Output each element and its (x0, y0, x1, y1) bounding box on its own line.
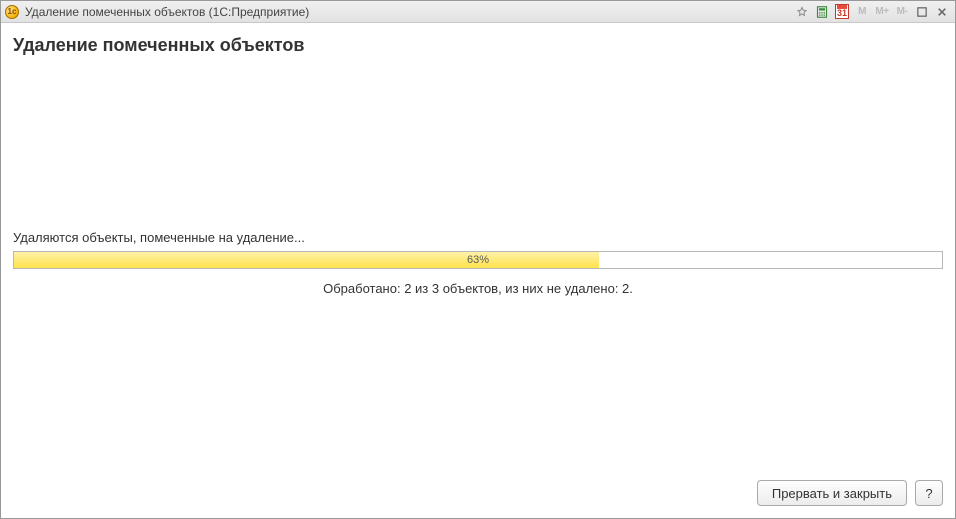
page-title: Удаление помеченных объектов (13, 35, 947, 56)
window-frame: 1c Удаление помеченных объектов (1С:Пред… (0, 0, 956, 519)
status-text: Удаляются объекты, помеченные на удалени… (13, 230, 947, 245)
progress-container: 63% (13, 251, 943, 269)
window-title: Удаление помеченных объектов (1С:Предпри… (25, 5, 309, 19)
memory-mminus-button[interactable]: M- (893, 4, 911, 20)
calculator-icon[interactable] (813, 4, 831, 20)
memory-m-button[interactable]: M (853, 4, 871, 20)
titlebar: 1c Удаление помеченных объектов (1С:Пред… (1, 1, 955, 23)
favorites-icon[interactable] (793, 4, 811, 20)
help-button[interactable]: ? (915, 480, 943, 506)
titlebar-tools-group: 31 M M+ M- (793, 4, 951, 20)
app-1c-icon: 1c (5, 5, 19, 19)
abort-close-button[interactable]: Прервать и закрыть (757, 480, 907, 506)
maximize-icon[interactable] (913, 4, 931, 20)
memory-mplus-button[interactable]: M+ (873, 4, 891, 20)
close-icon[interactable] (933, 4, 951, 20)
summary-text: Обработано: 2 из 3 объектов, из них не у… (9, 281, 947, 296)
calendar-icon[interactable]: 31 (833, 4, 851, 20)
content-area: Удаление помеченных объектов Удаляются о… (1, 23, 955, 518)
progress-label: 63% (14, 252, 942, 268)
empty-space (9, 64, 947, 230)
footer-buttons: Прервать и закрыть ? (9, 476, 947, 508)
progress-bar: 63% (13, 251, 943, 269)
